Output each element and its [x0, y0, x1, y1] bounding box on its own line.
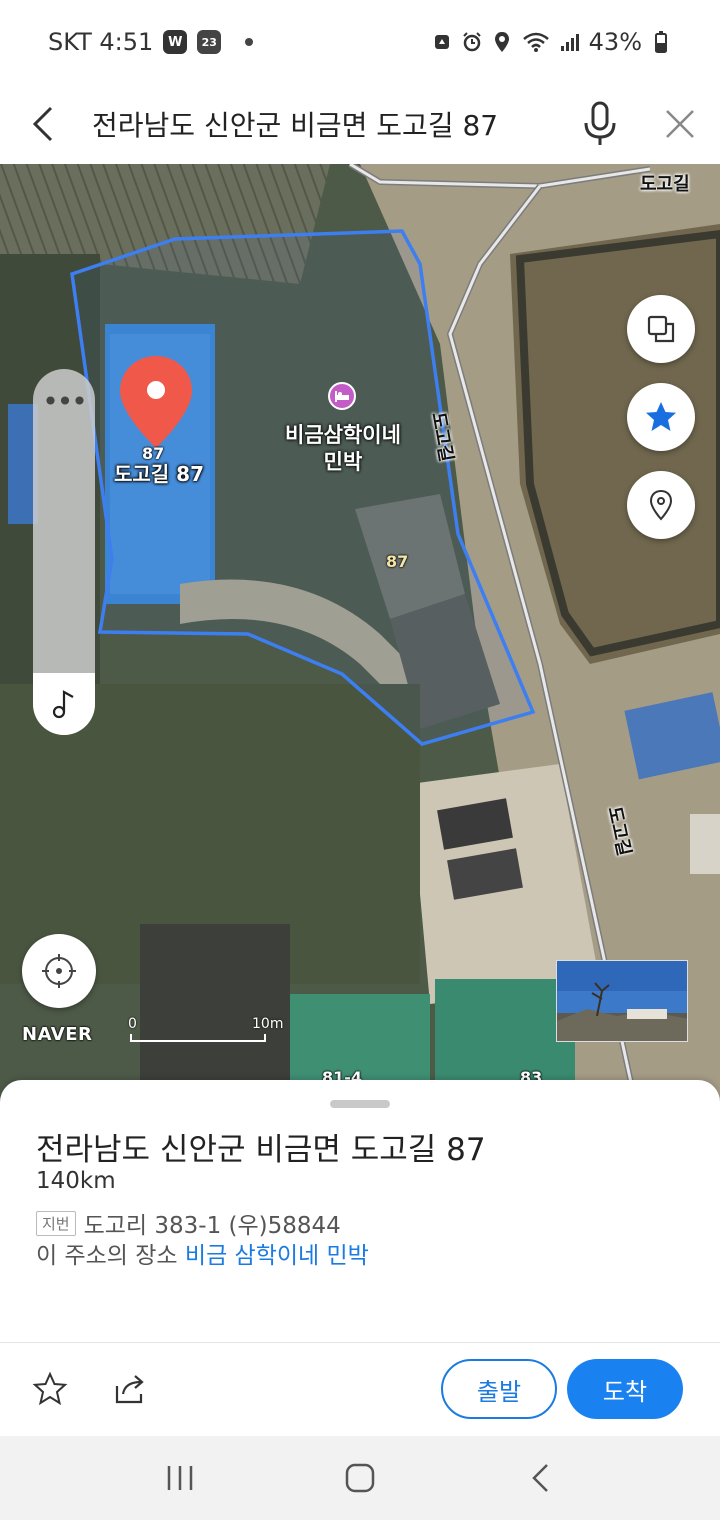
- location-icon: [491, 31, 513, 53]
- back-button[interactable]: [0, 84, 86, 164]
- battery-charging-icon: [650, 31, 672, 53]
- lot-address-tag: 지번: [36, 1210, 76, 1236]
- scale-bar: 0 10m: [128, 1016, 283, 1042]
- more-options-icon[interactable]: •••: [33, 385, 95, 418]
- recycle-icon: [431, 31, 453, 53]
- share-icon: [115, 1375, 144, 1404]
- back-nav-button[interactable]: [510, 1448, 570, 1508]
- search-bar: 전라남도 신안군 비금면 도고길 87: [0, 84, 720, 164]
- home-icon: [345, 1463, 375, 1493]
- start-button[interactable]: 출발: [441, 1359, 557, 1419]
- search-query-field[interactable]: 전라남도 신안군 비금면 도고길 87: [86, 104, 560, 144]
- star-filled-icon: [646, 402, 676, 431]
- place-link[interactable]: 비금 삼학이네 민박: [185, 1243, 369, 1269]
- naver-logo: NAVER: [22, 1024, 93, 1045]
- system-nav-bar: [0, 1436, 720, 1520]
- layers-button[interactable]: [627, 295, 695, 363]
- clear-search-button[interactable]: [640, 84, 720, 164]
- action-bar: 출발 도착: [0, 1343, 720, 1435]
- app-w-icon: W: [163, 30, 188, 54]
- layers-icon: [647, 315, 675, 343]
- crosshair-icon: [42, 954, 76, 988]
- screen: SKT 4:51 W 23 43% 전라남도 신안군 비금면 도고길 87 도고…: [0, 0, 720, 1520]
- current-location-button[interactable]: [22, 934, 96, 1008]
- music-note-icon: [52, 690, 74, 719]
- side-panel-handle[interactable]: •••: [33, 369, 95, 735]
- signal-icon: [559, 31, 581, 53]
- microphone-icon: [584, 101, 616, 145]
- notification-dot-icon: [245, 38, 254, 46]
- lot-address: 도고리 383-1 (우)58844: [83, 1213, 341, 1239]
- recent-apps-icon: [167, 1466, 193, 1490]
- recent-apps-button[interactable]: [150, 1448, 210, 1508]
- close-icon: [666, 110, 694, 138]
- map-view[interactable]: 도고길 도고길 도고길 87 도고길 87 비금삼학이네 민박 87 81-4 …: [0, 164, 720, 1124]
- lodging-pin-icon[interactable]: [328, 382, 356, 410]
- address-title: 전라남도 신안군 비금면 도고길 87: [36, 1132, 486, 1168]
- sheet-drag-handle[interactable]: [330, 1100, 390, 1108]
- status-bar: SKT 4:51 W 23 43%: [0, 0, 720, 84]
- star-outline-icon: [32, 1371, 68, 1406]
- back-arrow-icon: [32, 106, 53, 142]
- favorites-button[interactable]: [627, 383, 695, 451]
- scale-start: 0: [128, 1016, 137, 1032]
- scale-line: [130, 1034, 266, 1042]
- pin-button[interactable]: [627, 471, 695, 539]
- building-number: 87: [386, 552, 409, 571]
- home-button[interactable]: [330, 1448, 390, 1508]
- distance: 140km: [36, 1168, 116, 1194]
- street-view-thumbnail[interactable]: [556, 960, 688, 1042]
- lot-address-row: 지번 도고리 383-1 (우)58844: [36, 1206, 341, 1240]
- location-marker-icon[interactable]: [118, 354, 194, 454]
- back-chevron-icon: [532, 1464, 548, 1492]
- road-label: 도고길: [640, 174, 690, 195]
- carrier-time: SKT 4:51: [48, 28, 154, 56]
- alarm-icon: [461, 31, 483, 53]
- share-button[interactable]: [108, 1367, 152, 1411]
- place-at-address: 이 주소의 장소 비금 삼학이네 민박: [36, 1236, 369, 1270]
- arrive-button[interactable]: 도착: [567, 1359, 683, 1419]
- calendar-icon: 23: [197, 30, 222, 54]
- save-button[interactable]: [28, 1367, 72, 1411]
- music-button[interactable]: [33, 673, 95, 735]
- voice-search-button[interactable]: [560, 84, 640, 164]
- place-prefix: 이 주소의 장소: [36, 1243, 178, 1269]
- scale-end: 10m: [252, 1016, 284, 1032]
- poi-label[interactable]: 비금삼학이네 민박: [278, 422, 408, 476]
- marker-address-label: 도고길 87: [114, 462, 204, 486]
- wifi-icon: [521, 31, 551, 53]
- map-pin-icon: [649, 489, 673, 521]
- battery-percent: 43%: [588, 28, 642, 56]
